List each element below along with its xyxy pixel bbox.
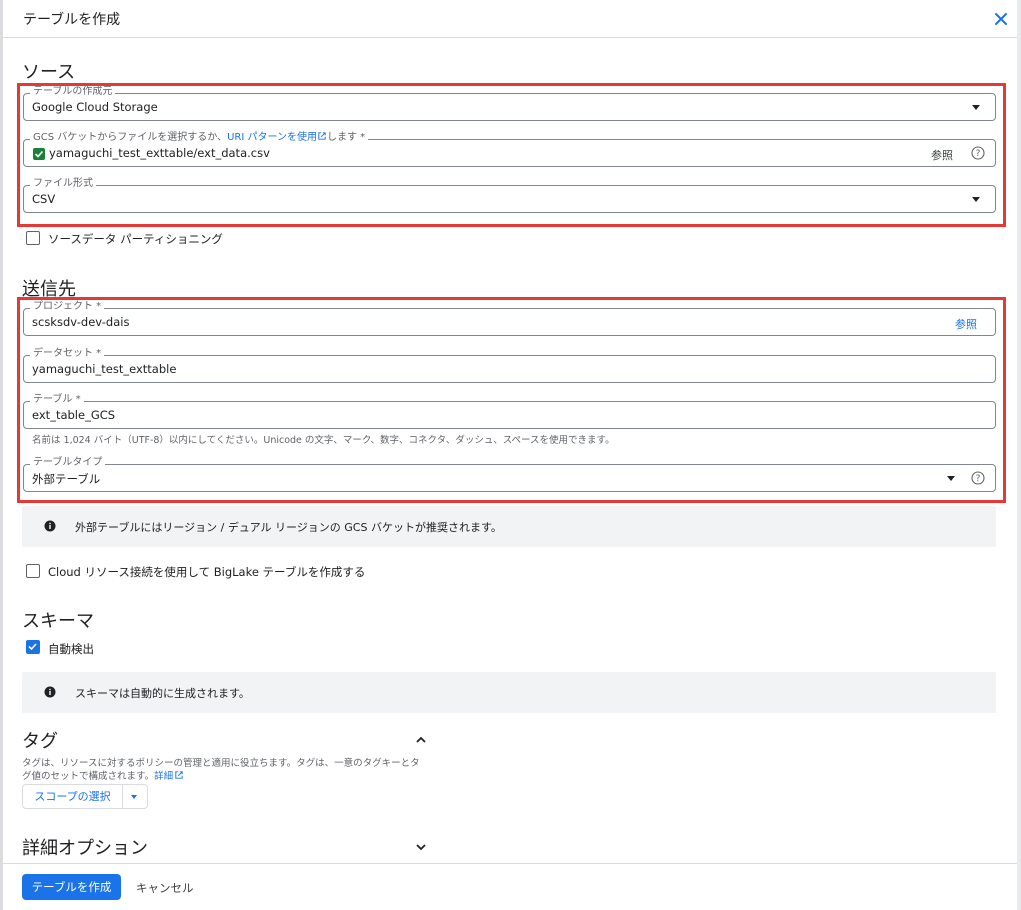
close-button[interactable] xyxy=(989,7,1013,31)
biglake-checkbox[interactable] xyxy=(26,564,40,578)
dropdown-arrow-icon xyxy=(972,105,980,110)
tags-heading: タグ xyxy=(22,731,58,752)
check-icon xyxy=(28,643,37,651)
project-value: scsksdv-dev-dais xyxy=(32,315,130,329)
dialog-header: テーブルを作成 xyxy=(3,0,1017,38)
chevron-down-icon[interactable] xyxy=(414,840,428,854)
create-from-value: Google Cloud Storage xyxy=(32,100,158,114)
dialog-footer: テーブルを作成 キャンセル xyxy=(3,863,1017,910)
table-name-field[interactable]: テーブル * ext_table_GCS xyxy=(23,393,996,429)
svg-text:?: ? xyxy=(976,474,981,484)
info-banner-region: 外部テーブルにはリージョン / デュアル リージョンの GCS バケットが推奨さ… xyxy=(22,506,996,547)
source-heading: ソース xyxy=(22,62,76,83)
gcs-path-label: GCS バケットからファイルを選択するか、URI パターンを使用 します * xyxy=(30,131,369,145)
help-icon[interactable]: ? xyxy=(971,146,985,160)
schema-info-text: スキーマは自動的に生成されます。 xyxy=(75,687,250,700)
external-link-icon xyxy=(318,132,326,140)
dataset-label: データセット * xyxy=(30,347,105,361)
create-from-select[interactable]: テーブルの作成元 Google Cloud Storage xyxy=(23,85,996,121)
info-icon xyxy=(44,520,56,532)
dialog-title: テーブルを作成 xyxy=(23,12,121,28)
svg-text:?: ? xyxy=(976,149,981,159)
auto-detect-label: 自動検出 xyxy=(48,642,94,656)
close-icon xyxy=(995,13,1007,25)
table-type-label: テーブルタイプ xyxy=(30,456,106,470)
details-link[interactable]: 詳細 xyxy=(154,771,173,782)
advanced-heading: 詳細オプション xyxy=(22,838,148,859)
project-browse-button[interactable]: 参照 xyxy=(955,316,977,332)
info-icon xyxy=(44,686,56,698)
file-format-label: ファイル形式 xyxy=(30,177,96,191)
table-name-label: テーブル * xyxy=(30,393,84,407)
table-name-hint: 名前は 1,024 バイト（UTF-8）以内にしてください。Unicode の文… xyxy=(32,435,615,446)
scope-select-split-button: スコープの選択 xyxy=(22,784,148,809)
file-format-select[interactable]: ファイル形式 CSV xyxy=(23,177,996,213)
chevron-up-icon[interactable] xyxy=(414,733,428,747)
browse-button[interactable]: 参照 xyxy=(931,147,953,163)
auto-detect-checkbox[interactable] xyxy=(26,640,40,654)
partitioning-label: ソースデータ パーティショニング xyxy=(48,232,223,246)
create-from-label: テーブルの作成元 xyxy=(30,85,116,99)
file-format-value: CSV xyxy=(32,192,56,206)
scope-select-button[interactable]: スコープの選択 xyxy=(23,785,123,808)
dataset-value: yamaguchi_test_exttable xyxy=(32,362,177,376)
project-field[interactable]: プロジェクト * scsksdv-dev-dais 参照 xyxy=(23,300,996,336)
biglake-label: Cloud リソース接続を使用して BigLake テーブルを作成する xyxy=(48,565,366,579)
gcs-path-value: yamaguchi_test_exttable/ext_data.csv xyxy=(49,146,270,160)
help-icon[interactable]: ? xyxy=(971,471,985,485)
dropdown-arrow-icon xyxy=(972,197,980,202)
background-strip xyxy=(0,0,3,910)
scrollbar-track[interactable] xyxy=(1017,0,1021,910)
scope-dropdown-arrow-icon[interactable] xyxy=(122,785,147,808)
dropdown-arrow-icon xyxy=(947,476,955,481)
gcs-path-field[interactable]: GCS バケットからファイルを選択するか、URI パターンを使用 します * ya… xyxy=(23,131,996,167)
table-type-select[interactable]: テーブルタイプ 外部テーブル ? xyxy=(23,456,996,492)
dataset-field[interactable]: データセット * yamaguchi_test_exttable xyxy=(23,347,996,383)
tags-description: タグは、リソースに対するポリシーの管理と適用に役立ちます。タグは、一意のタグキー… xyxy=(22,758,420,782)
schema-heading: スキーマ xyxy=(22,611,94,632)
external-link-icon xyxy=(175,771,183,779)
table-name-value: ext_table_GCS xyxy=(32,408,116,422)
table-type-value: 外部テーブル xyxy=(32,472,101,486)
partitioning-checkbox[interactable] xyxy=(26,231,40,245)
cancel-button[interactable]: キャンセル xyxy=(136,880,194,896)
schema-info-banner: スキーマは自動的に生成されます。 xyxy=(22,672,996,713)
info-banner-text: 外部テーブルにはリージョン / デュアル リージョンの GCS バケットが推奨さ… xyxy=(75,521,502,534)
project-label: プロジェクト * xyxy=(30,300,105,314)
check-valid-icon xyxy=(33,148,45,160)
uri-pattern-link[interactable]: URI パターンを使用 xyxy=(227,132,317,143)
destination-heading: 送信先 xyxy=(22,279,76,300)
create-table-button[interactable]: テーブルを作成 xyxy=(22,874,121,900)
